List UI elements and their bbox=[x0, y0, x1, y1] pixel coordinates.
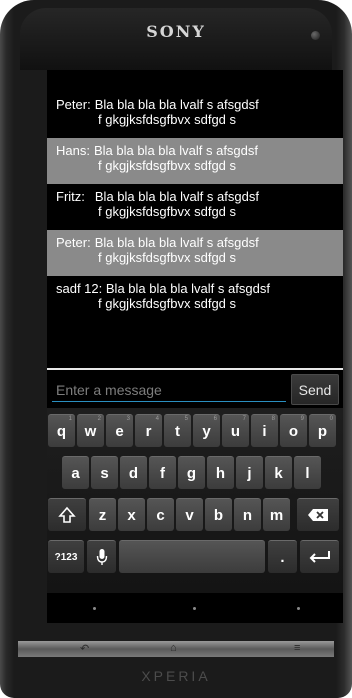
key-o[interactable]: o9 bbox=[280, 414, 307, 447]
key-n[interactable]: n bbox=[234, 498, 261, 531]
symbols-key[interactable]: ?123 bbox=[48, 540, 84, 573]
back-icon[interactable]: ↶ bbox=[80, 642, 89, 655]
space-key[interactable] bbox=[119, 540, 265, 573]
message-sender: Fritz: bbox=[56, 189, 85, 204]
key-g[interactable]: g bbox=[178, 456, 205, 489]
mic-key[interactable] bbox=[87, 540, 116, 573]
home-icon[interactable]: ⌂ bbox=[170, 642, 177, 654]
key-r[interactable]: r4 bbox=[135, 414, 162, 447]
message-text-continued: f gkgjksfdsgfbvx sdfgd s bbox=[98, 204, 237, 219]
navigation-hints bbox=[47, 593, 343, 623]
message-sender: Peter: bbox=[56, 235, 91, 250]
shift-arrow-icon bbox=[58, 506, 76, 523]
key-y[interactable]: y6 bbox=[193, 414, 220, 447]
message-sender: Peter: bbox=[56, 97, 91, 112]
nav-dot bbox=[297, 607, 300, 610]
message-text-continued: f gkgjksfdsgfbvx sdfgd s bbox=[98, 296, 237, 311]
message-text-continued: f gkgjksfdsgfbvx sdfgd s bbox=[98, 250, 237, 265]
front-camera bbox=[311, 31, 320, 40]
message-text: Bla bla bla bla lvalf s afsgdsf bbox=[94, 235, 259, 250]
enter-key[interactable] bbox=[300, 540, 339, 573]
message-text-continued: f gkgjksfdsgfbvx sdfgd s bbox=[98, 158, 237, 173]
key-f[interactable]: f bbox=[149, 456, 176, 489]
key-e[interactable]: e3 bbox=[106, 414, 133, 447]
message-sender: Hans: bbox=[56, 143, 90, 158]
key-z[interactable]: z bbox=[89, 498, 116, 531]
brand-logo: SONY bbox=[146, 22, 206, 41]
key-d[interactable]: d bbox=[120, 456, 147, 489]
message-text: Bla bla bla bla lvalf s afsgdsf bbox=[94, 189, 259, 204]
period-key[interactable]: . bbox=[268, 540, 297, 573]
phone-frame: SONY Peter: Bla bla bla bla lvalf s afsgd… bbox=[0, 0, 352, 698]
key-b[interactable]: b bbox=[205, 498, 232, 531]
message-text: Bla bla bla bla lvalf s afsgdsf bbox=[93, 143, 259, 158]
send-button[interactable]: Send bbox=[291, 374, 339, 405]
microphone-icon bbox=[96, 549, 107, 565]
soft-keyboard: q1 w2 e3 r4 t5 y6 u7 i8 o9 p0 a s d f g … bbox=[47, 408, 343, 593]
menu-icon[interactable]: ≡ bbox=[294, 642, 300, 654]
composer-bar: Send bbox=[47, 370, 343, 408]
key-q[interactable]: q1 bbox=[48, 414, 75, 447]
model-logo: XPERIA bbox=[141, 668, 211, 684]
shift-key[interactable] bbox=[48, 498, 86, 531]
delete-key[interactable] bbox=[297, 498, 339, 531]
key-l[interactable]: l bbox=[294, 456, 321, 489]
key-w[interactable]: w2 bbox=[77, 414, 104, 447]
nav-dot bbox=[193, 607, 196, 610]
nav-dot bbox=[93, 607, 96, 610]
key-p[interactable]: p0 bbox=[309, 414, 336, 447]
message-text-continued: f gkgjksfdsgfbvx sdfgd s bbox=[98, 112, 237, 127]
key-i[interactable]: i8 bbox=[251, 414, 278, 447]
key-h[interactable]: h bbox=[207, 456, 234, 489]
key-x[interactable]: x bbox=[118, 498, 145, 531]
key-u[interactable]: u7 bbox=[222, 414, 249, 447]
key-j[interactable]: j bbox=[236, 456, 263, 489]
list-item[interactable]: Hans: Bla bla bla bla lvalf s afsgdsf f g… bbox=[47, 138, 343, 184]
key-m[interactable]: m bbox=[263, 498, 290, 531]
screen: Peter: Bla bla bla bla lvalf s afsgdsf f … bbox=[47, 70, 343, 623]
message-sender: sadf 12: bbox=[56, 281, 103, 296]
key-s[interactable]: s bbox=[91, 456, 118, 489]
key-a[interactable]: a bbox=[62, 456, 89, 489]
enter-icon bbox=[309, 551, 330, 563]
key-k[interactable]: k bbox=[265, 456, 292, 489]
key-v[interactable]: v bbox=[176, 498, 203, 531]
message-list[interactable]: Peter: Bla bla bla bla lvalf s afsgdsf f … bbox=[47, 92, 343, 322]
list-item[interactable]: Peter: Bla bla bla bla lvalf s afsgdsf f … bbox=[47, 230, 343, 276]
message-input[interactable] bbox=[52, 378, 286, 402]
list-item[interactable]: Fritz: Bla bla bla bla lvalf s afsgdsf f … bbox=[47, 184, 343, 230]
key-t[interactable]: t5 bbox=[164, 414, 191, 447]
key-c[interactable]: c bbox=[147, 498, 174, 531]
message-text: Bla bla bla bla lvalf s afsgdsf bbox=[105, 281, 270, 296]
list-item[interactable]: Peter: Bla bla bla bla lvalf s afsgdsf f … bbox=[47, 92, 343, 138]
message-text: Bla bla bla bla lvalf s afsgdsf bbox=[94, 97, 259, 112]
list-item[interactable]: sadf 12: Bla bla bla bla lvalf s afsgdsf… bbox=[47, 276, 343, 322]
hardware-button-bar: ↶ ⌂ ≡ bbox=[18, 641, 334, 657]
backspace-icon bbox=[308, 509, 328, 521]
